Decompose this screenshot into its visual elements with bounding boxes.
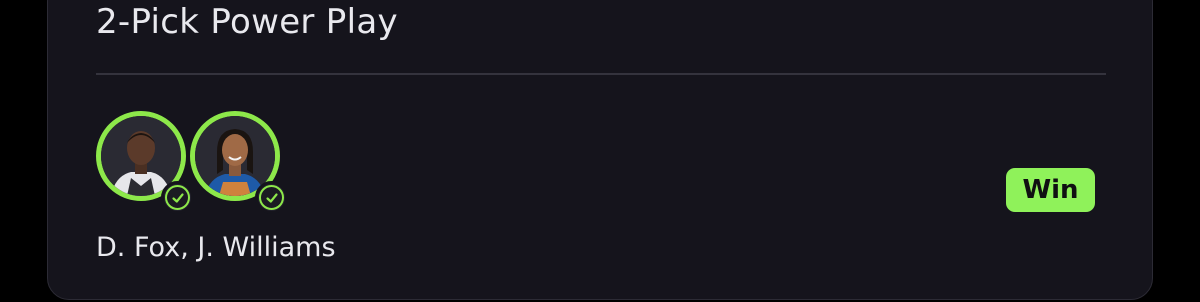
divider (96, 73, 1106, 75)
check-circle-icon (161, 181, 194, 214)
entry-title: 2-Pick Power Play (96, 2, 398, 42)
result-badge: Win (1006, 168, 1095, 212)
player-names: D. Fox, J. Williams (96, 232, 336, 263)
check-circle-icon (255, 181, 288, 214)
